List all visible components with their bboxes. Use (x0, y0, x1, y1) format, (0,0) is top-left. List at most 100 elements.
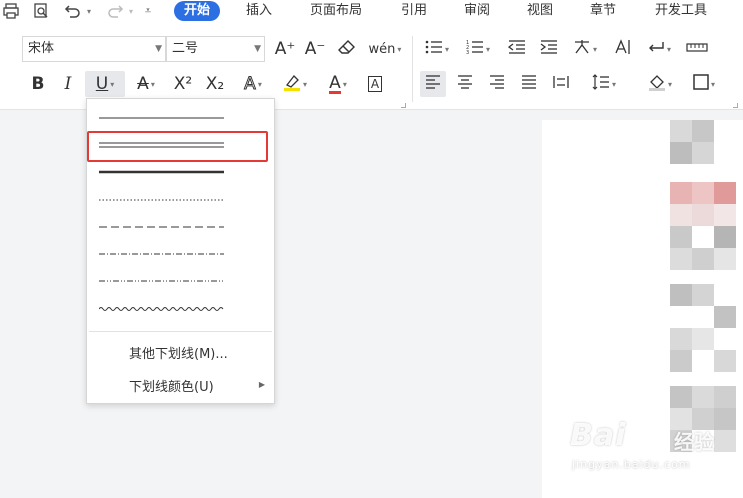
shrink-font-icon: A⁻ (304, 39, 326, 59)
redo-dropdown-icon[interactable]: ▾ (126, 0, 136, 22)
font-dialog-launcher-icon[interactable] (401, 103, 406, 108)
undo-icon[interactable] (62, 0, 84, 22)
bold-icon: B (31, 74, 45, 94)
paw-logo-icon (631, 419, 670, 457)
subscript-button[interactable]: X₂ (201, 71, 229, 97)
paragraph-dialog-launcher-icon[interactable] (733, 103, 738, 108)
align-right-button[interactable] (484, 71, 510, 97)
tab-chapter[interactable]: 章节 (580, 1, 626, 21)
character-border-icon: A (367, 76, 383, 92)
chevron-down-icon: ▾ (611, 79, 616, 89)
blurred-text-block (670, 142, 692, 164)
print-icon[interactable] (0, 0, 22, 22)
bullet-list-button[interactable]: ▾ (420, 36, 454, 62)
menu-separator (89, 331, 272, 332)
underline-option-dotted[interactable] (99, 193, 224, 207)
dash-dot-underline-icon (99, 253, 224, 255)
grow-font-button[interactable]: A⁺ (273, 36, 297, 62)
italic-button[interactable]: I (56, 71, 80, 97)
chinese-layout-button[interactable]: ▾ (567, 36, 603, 62)
chevron-down-icon: ▼ (254, 44, 261, 54)
underline-option-dash-dot[interactable] (99, 247, 224, 261)
blurred-text-block (670, 328, 692, 350)
character-border-button[interactable]: A (364, 71, 386, 97)
chevron-down-icon: ▾ (444, 44, 449, 54)
blurred-text-block (714, 248, 736, 270)
blurred-text-block (670, 386, 692, 408)
line-spacing-button[interactable]: ▾ (586, 71, 622, 97)
undo-dropdown-icon[interactable]: ▾ (84, 0, 94, 22)
blurred-text-block (670, 248, 692, 270)
numbered-list-icon: 123 (466, 39, 484, 60)
return-arrow-icon (647, 39, 665, 60)
wavy-underline-icon (99, 307, 224, 311)
tab-view[interactable]: 视图 (517, 1, 563, 21)
underline-option-dashed[interactable] (99, 220, 224, 234)
blurred-text-block (692, 386, 714, 408)
blurred-text-block (670, 120, 692, 142)
chevron-down-icon: ▾ (150, 79, 155, 89)
tab-page-layout[interactable]: 页面布局 (300, 1, 372, 21)
paint-bucket-icon (648, 73, 666, 96)
underline-button[interactable]: U ▾ (85, 71, 125, 97)
blurred-text-block (670, 350, 692, 372)
increase-indent-button[interactable] (537, 36, 561, 62)
strikethrough-button[interactable]: A ▾ (128, 71, 164, 97)
blurred-text-block (692, 142, 714, 164)
font-size-value: 二号 (172, 41, 199, 56)
align-center-button[interactable] (452, 71, 478, 97)
shrink-font-button[interactable]: A⁻ (303, 36, 327, 62)
distributed-icon (553, 74, 569, 94)
phonetic-guide-button[interactable]: wén ▾ (366, 36, 404, 62)
blurred-text-block (692, 284, 714, 306)
watermark-brand: Bai (570, 418, 627, 453)
numbered-list-button[interactable]: 1 2 3 ▾ (460, 36, 496, 62)
font-size-combo[interactable]: 二号 ▼ (166, 36, 265, 62)
font-color-button[interactable]: A ▾ (320, 71, 356, 97)
blurred-text-block (714, 182, 736, 204)
tab-stops-button[interactable] (684, 36, 710, 62)
chinese-layout-icon (573, 39, 591, 60)
redo-icon[interactable] (104, 0, 126, 22)
underline-color-item[interactable]: 下划线颜色(U) (129, 376, 214, 395)
align-left-button[interactable] (420, 71, 446, 97)
underline-option-wavy[interactable] (99, 302, 224, 316)
bold-button[interactable]: B (26, 71, 50, 97)
chevron-down-icon: ▾ (257, 79, 262, 89)
tab-insert[interactable]: 插入 (236, 1, 282, 21)
superscript-button[interactable]: X² (169, 71, 197, 97)
tab-home[interactable]: 开始 (174, 1, 221, 21)
line-break-button[interactable]: ▾ (641, 36, 677, 62)
font-name-value: 宋体 (28, 41, 55, 56)
borders-button[interactable]: ▾ (686, 71, 722, 97)
text-effect-button[interactable]: A ▾ (235, 71, 271, 97)
underline-option-dash-dot-dot[interactable] (99, 274, 224, 288)
tab-review[interactable]: 审阅 (454, 1, 500, 21)
justify-button[interactable] (516, 71, 542, 97)
chevron-down-icon: ▾ (302, 79, 307, 89)
text-direction-button[interactable] (611, 36, 635, 62)
highlight-button[interactable]: ▾ (277, 71, 313, 97)
blurred-text-block (670, 204, 692, 226)
thick-underline-icon (99, 170, 224, 174)
blurred-text-block (714, 204, 736, 226)
clear-format-button[interactable] (335, 36, 359, 62)
distributed-button[interactable] (548, 71, 574, 97)
font-name-combo[interactable]: 宋体 ▼ (22, 36, 166, 62)
customize-toolbar-icon[interactable]: ⩡ (140, 0, 156, 22)
print-preview-icon[interactable] (30, 0, 52, 22)
italic-icon: I (64, 74, 72, 94)
border-icon (693, 73, 709, 95)
align-right-icon (489, 74, 505, 94)
submenu-arrow-icon: ▶ (258, 380, 265, 389)
more-underlines-item[interactable]: 其他下划线(M)... (129, 343, 228, 362)
tab-references[interactable]: 引用 (391, 1, 437, 21)
underline-option-single[interactable] (99, 111, 224, 125)
phonetic-guide-icon: wén (368, 41, 396, 57)
chevron-down-icon: ▾ (667, 79, 672, 89)
decrease-indent-button[interactable] (505, 36, 529, 62)
shading-button[interactable]: ▾ (642, 71, 678, 97)
underline-option-thick[interactable] (99, 165, 224, 179)
ribbon-separator (412, 36, 413, 102)
tab-developer[interactable]: 开发工具 (645, 1, 717, 21)
